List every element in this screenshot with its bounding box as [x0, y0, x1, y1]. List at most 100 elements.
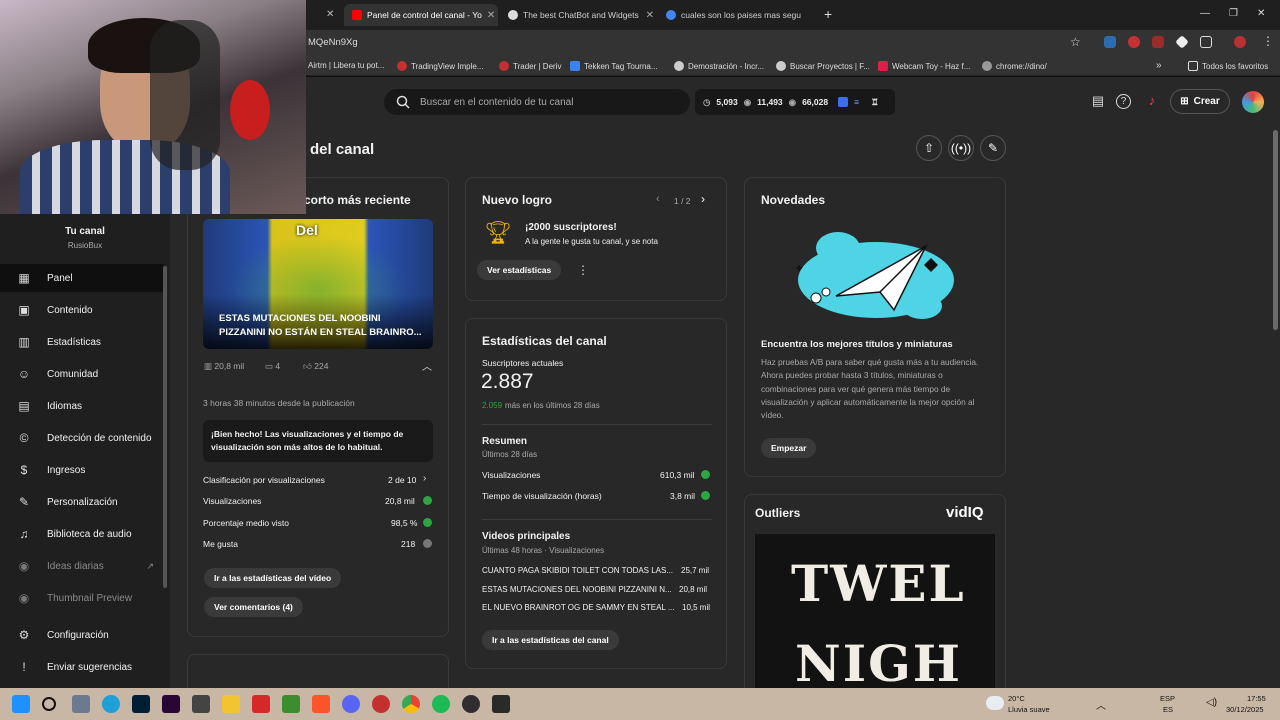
- weather-icon[interactable]: [986, 696, 1004, 710]
- chevron-right-icon[interactable]: ›: [423, 473, 426, 484]
- top-video-title[interactable]: EL NUEVO BRAINROT OG DE SAMMY EN STEAL .…: [482, 603, 675, 612]
- subtitles-icon[interactable]: ▤: [1089, 92, 1107, 110]
- search-icon[interactable]: [42, 697, 56, 711]
- taskbar-app-icon[interactable]: [192, 695, 210, 713]
- search-input[interactable]: Buscar en el contenido de tu canal: [384, 89, 690, 115]
- community-icon: ☺: [17, 367, 31, 381]
- edge-icon[interactable]: [102, 695, 120, 713]
- premiere-icon[interactable]: [162, 695, 180, 713]
- photoshop-icon[interactable]: [132, 695, 150, 713]
- bookmark-star-icon[interactable]: ☆: [1070, 35, 1081, 49]
- notification-bell-icon[interactable]: ♪: [1143, 92, 1161, 110]
- sidebar-scrollbar[interactable]: [163, 266, 167, 588]
- file-explorer-icon[interactable]: [222, 695, 240, 713]
- start-button[interactable]: Empezar: [761, 438, 817, 458]
- sidebar-item-panel[interactable]: ▦ Panel: [0, 264, 164, 292]
- close-icon[interactable]: ✕: [487, 10, 495, 21]
- create-post-button[interactable]: ✎: [980, 135, 1006, 161]
- bookmark-item[interactable]: Buscar Proyectos | F...: [776, 61, 870, 71]
- sidebar-item-earn[interactable]: $ Ingresos: [0, 456, 164, 484]
- more-vert-icon[interactable]: ⋮: [577, 263, 589, 277]
- outlier-thumbnail[interactable]: TWEL NIGH: [755, 534, 995, 688]
- brave-icon[interactable]: [312, 695, 330, 713]
- obs-icon[interactable]: [462, 695, 480, 713]
- taskbar-app-icon[interactable]: [72, 695, 90, 713]
- video-stats-button[interactable]: Ir a las estadísticas del vídeo: [204, 568, 342, 588]
- chevron-right-icon[interactable]: ›: [701, 192, 705, 206]
- content-icon: ▣: [18, 303, 30, 317]
- sidebar-item-customization[interactable]: ✎ Personalización: [0, 488, 164, 516]
- upload-button[interactable]: ⇧: [916, 135, 942, 161]
- channel-stats-button[interactable]: Ir a las estadísticas del canal: [482, 630, 619, 650]
- create-button[interactable]: ⊞ Crear: [1170, 89, 1230, 114]
- top-video-title[interactable]: CUANTO PAGA SKIBIDI TOILET CON TODAS LAS…: [482, 566, 673, 575]
- help-icon[interactable]: ?: [1116, 94, 1131, 109]
- sidebar-item-daily-ideas[interactable]: ◉ Ideas diarias ↗: [0, 552, 164, 580]
- card-title: Nuevo logro: [482, 193, 553, 207]
- bookmark-item[interactable]: chrome://dino/: [982, 61, 1047, 71]
- windows-start-icon[interactable]: [12, 695, 30, 713]
- extension-icon[interactable]: [1104, 36, 1116, 48]
- puzzle-icon[interactable]: [1200, 36, 1212, 48]
- bookmark-item[interactable]: Trader | Deriv: [499, 61, 561, 71]
- sidebar-item-copyright[interactable]: © Detección de contenido: [0, 424, 164, 452]
- top-video-title[interactable]: ESTAS MUTACIONES DEL NOOBINI PIZZANINI N…: [482, 585, 672, 594]
- bookmark-item[interactable]: Airtm | Libera tu pot...: [308, 61, 384, 70]
- go-live-button[interactable]: ((•)): [948, 135, 974, 161]
- view-comments-button[interactable]: Ver comentarios (4): [204, 597, 303, 617]
- chevron-up-icon[interactable]: ︿: [422, 358, 432, 373]
- view-stats-button[interactable]: Ver estadísticas: [477, 260, 562, 280]
- volume-icon[interactable]: ◁): [1206, 697, 1217, 708]
- window-close-button[interactable]: ✕: [1257, 8, 1265, 19]
- sidebar-item-feedback[interactable]: ! Enviar sugerencias: [0, 653, 164, 681]
- sidebar-item-community[interactable]: ☺ Comunidad: [0, 360, 164, 388]
- page-scrollbar[interactable]: [1273, 130, 1278, 330]
- chevron-left-icon[interactable]: ‹: [656, 193, 660, 205]
- banner-text: ¡Bien hecho! Las visualizaciones y el ti…: [211, 429, 404, 452]
- sidebar-item-content[interactable]: ▣ Contenido: [0, 296, 164, 324]
- taskbar-app-icon[interactable]: [252, 695, 270, 713]
- tab-chatbot[interactable]: The best ChatBot and Widgets ✕: [508, 4, 654, 26]
- minimize-button[interactable]: —: [1200, 8, 1210, 19]
- sidebar-item-settings[interactable]: ⚙ Configuración: [0, 621, 164, 649]
- all-bookmarks-folder[interactable]: Todos los favoritos: [1188, 61, 1268, 71]
- sidebar-item-analytics[interactable]: ▥ Estadísticas: [0, 328, 164, 356]
- bookmark-item[interactable]: Tekken Tag Tourna...: [570, 61, 658, 71]
- channel-name[interactable]: Tu canal: [0, 226, 170, 237]
- sidebar-item-languages[interactable]: ▤ Idiomas: [0, 392, 164, 420]
- url-text[interactable]: MQeNn9Xg: [308, 37, 358, 48]
- avatar[interactable]: [1234, 36, 1246, 48]
- views-metric: ▥ 20,8 mil: [204, 361, 245, 371]
- tab-google-search[interactable]: cuales son los paises mas segu: [666, 4, 820, 26]
- taskbar-app-icon[interactable]: [372, 695, 390, 713]
- video-thumbnail[interactable]: Del ESTAS MUTACIONES DEL NOOBINI PIZZANI…: [203, 219, 433, 349]
- google-favicon-icon: [666, 10, 676, 20]
- chevron-right-icon[interactable]: »: [1156, 60, 1162, 71]
- lang-indicator[interactable]: ESP: [1160, 694, 1175, 703]
- tab-close-button[interactable]: ✕: [326, 9, 334, 20]
- sidebar-item-thumbnail-preview[interactable]: ◉ Thumbnail Preview: [0, 584, 164, 612]
- vidiq-stats-bar[interactable]: ◷ 5,093 ◉ 11,493 ◉ 66,028 ≡ ♖: [695, 89, 895, 115]
- discord-icon[interactable]: [342, 695, 360, 713]
- bookmark-item[interactable]: TradingView Imple...: [397, 61, 483, 71]
- chevron-up-icon[interactable]: ︿: [1096, 697, 1106, 712]
- more-vert-icon[interactable]: ⋮: [1262, 34, 1274, 48]
- epic-games-icon[interactable]: [492, 695, 510, 713]
- spotify-icon[interactable]: [432, 695, 450, 713]
- avatar[interactable]: [1242, 91, 1264, 113]
- extension-icon[interactable]: [1152, 36, 1164, 48]
- sidebar-item-audio-library[interactable]: ♫ Biblioteca de audio: [0, 520, 164, 548]
- tab-youtube-studio[interactable]: Panel de control del canal - Yo ✕: [344, 4, 498, 26]
- maximize-button[interactable]: ❐: [1229, 8, 1238, 19]
- chrome-icon[interactable]: [402, 695, 420, 713]
- clock-time[interactable]: 17:55: [1247, 694, 1266, 703]
- bookmark-icon: [499, 61, 509, 71]
- new-tab-button[interactable]: +: [824, 6, 832, 22]
- bookmark-item[interactable]: Demostración - Incr...: [674, 61, 764, 71]
- extension-icon[interactable]: [1128, 36, 1140, 48]
- close-icon[interactable]: ✕: [646, 10, 654, 21]
- bookmark-item[interactable]: Webcam Toy - Haz f...: [878, 61, 970, 71]
- row-label: Clasificación por visualizaciones: [203, 475, 325, 485]
- minecraft-icon[interactable]: [282, 695, 300, 713]
- paper-plane-illustration: [796, 232, 954, 319]
